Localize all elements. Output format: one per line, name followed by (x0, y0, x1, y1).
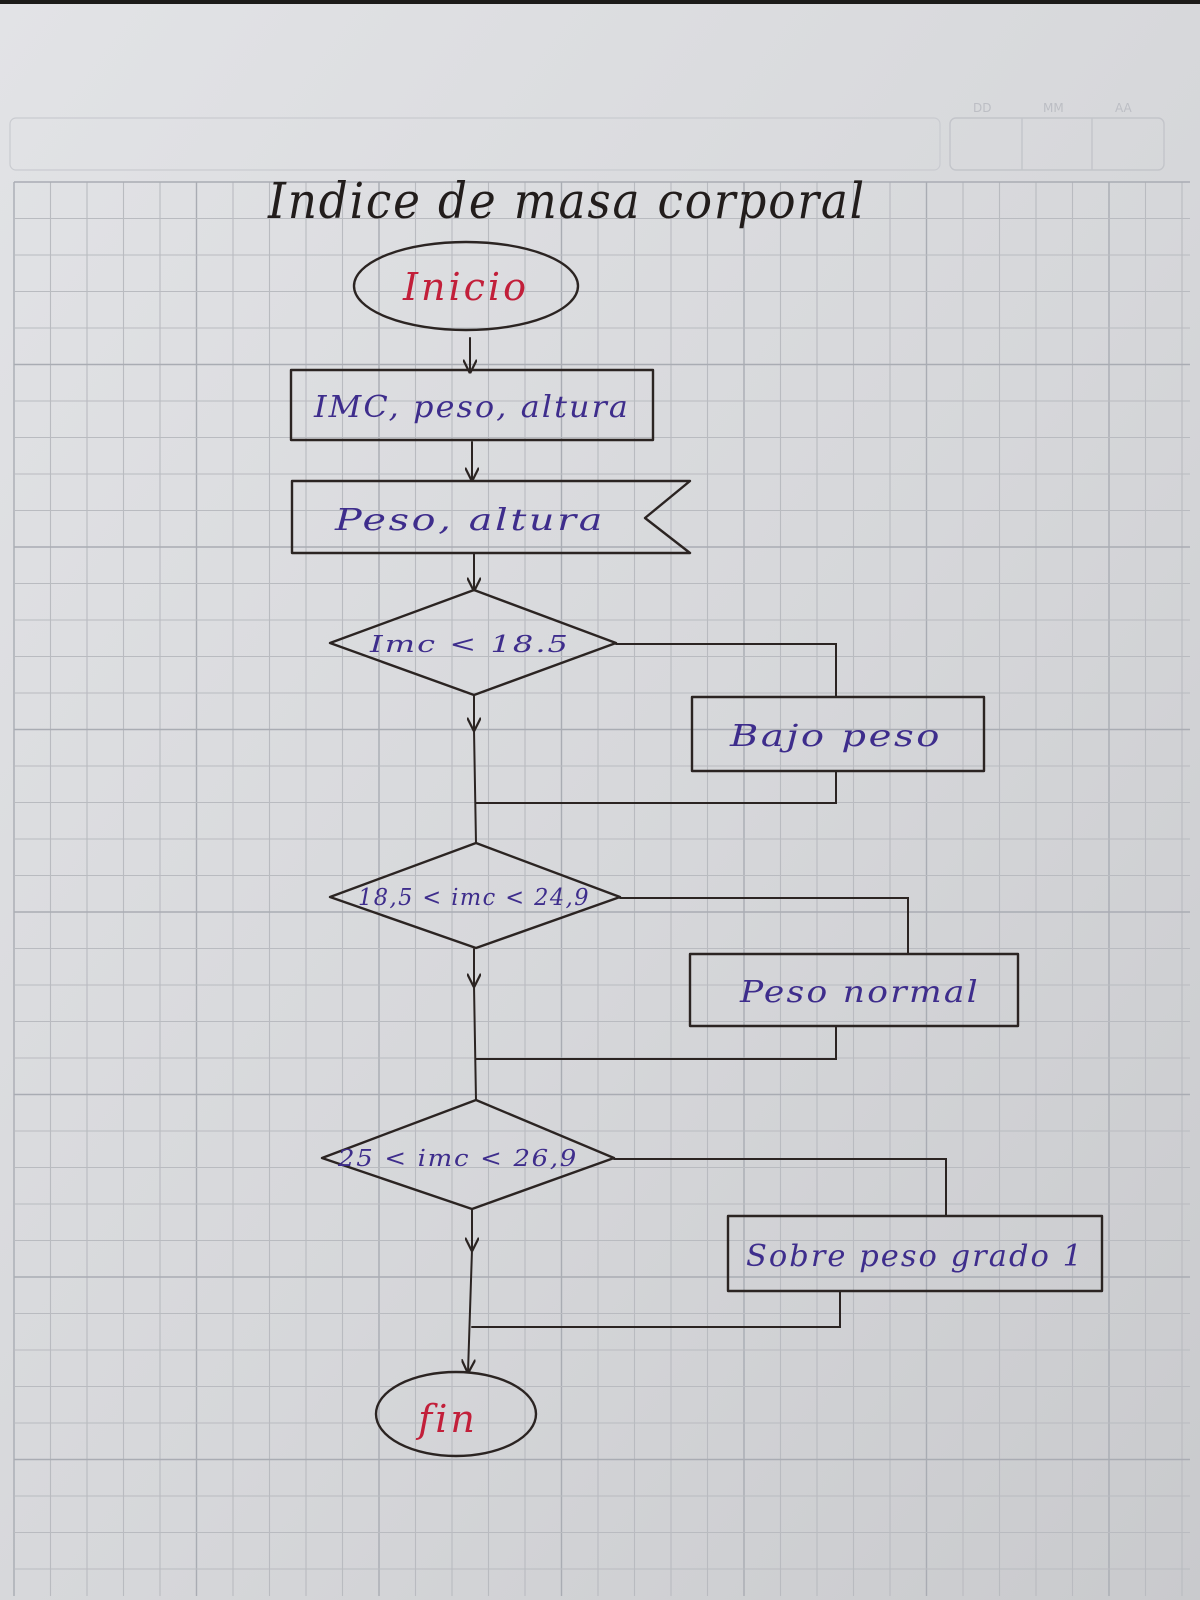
result-3-label: Sobre peso grado 1 (746, 1239, 1084, 1274)
decision-3-label: 25 < imc < 26,9 (337, 1146, 578, 1172)
date-day-label: DD (973, 101, 991, 115)
diagram-title: Indice de masa corporal (267, 172, 866, 230)
end-label: fin (415, 1397, 478, 1441)
declaration-label: IMC, peso, altura (313, 390, 630, 425)
result-2-label: Peso normal (739, 975, 980, 1010)
notebook-page: DD MM AA Indice de masa corporal Inicio … (0, 0, 1200, 1600)
flowchart-sheet: DD MM AA Indice de masa corporal Inicio … (0, 4, 1200, 1600)
decision-1-label: Imc < 18.5 (369, 632, 570, 658)
date-month-label: MM (1043, 101, 1064, 115)
date-year-label: AA (1115, 101, 1133, 115)
input-label: Peso, altura (334, 503, 605, 538)
result-1-label: Bajo peso (729, 719, 942, 754)
start-label: Inicio (402, 265, 529, 309)
decision-2-label: 18,5 < imc < 24,9 (358, 885, 590, 911)
